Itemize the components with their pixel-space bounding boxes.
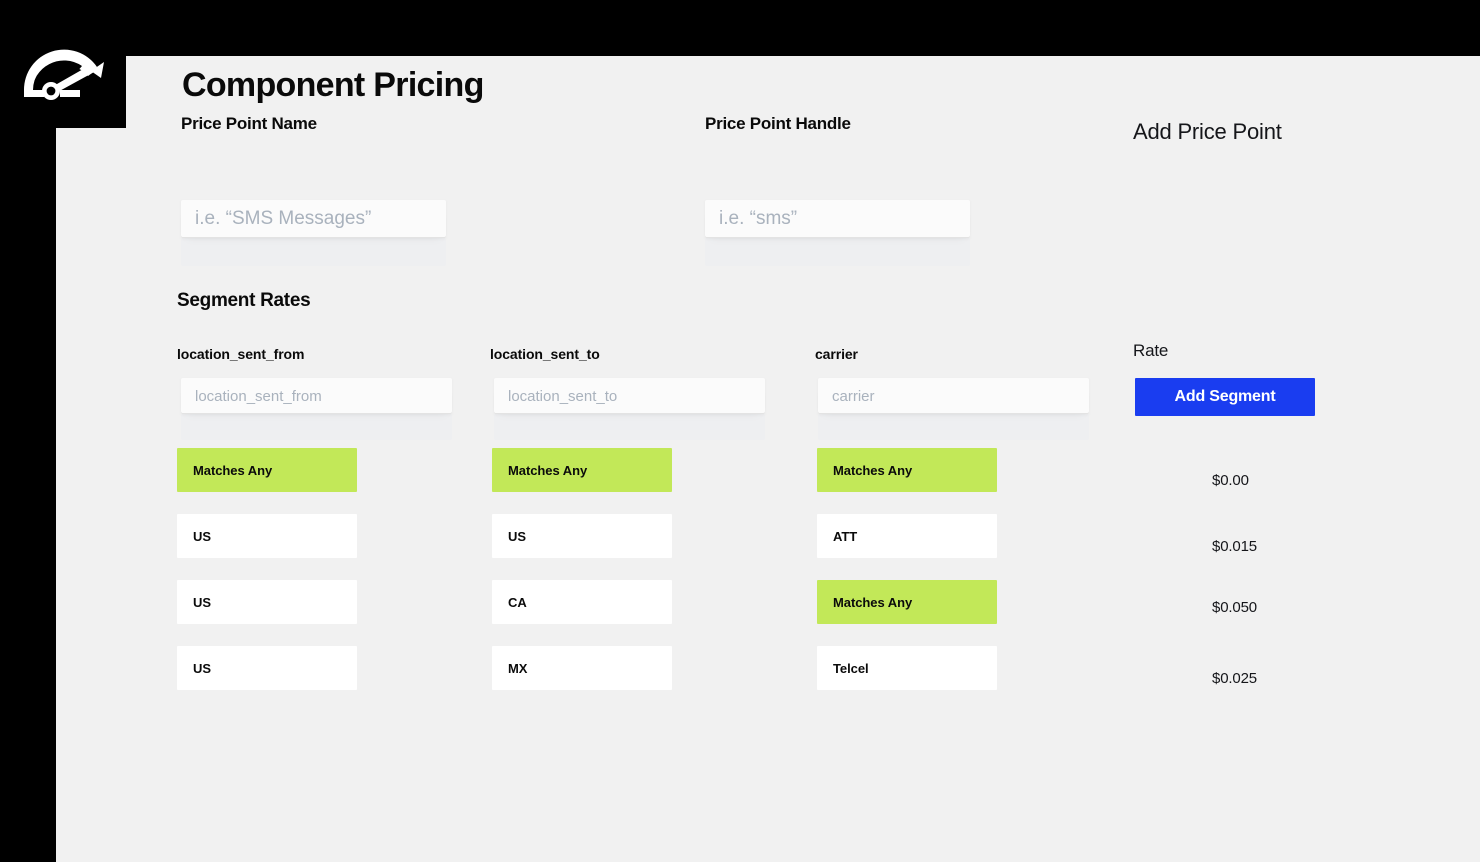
logo-block[interactable]: [0, 0, 126, 128]
segment-rates-section-title: Segment Rates: [177, 290, 311, 311]
segment-rate-value: $0.025: [1212, 669, 1257, 687]
segment-rates-grid: Matches Any Matches Any Matches Any $0.00 US…: [177, 448, 1427, 712]
segment-cell[interactable]: Matches Any: [817, 448, 997, 492]
price-point-handle-label: Price Point Handle: [705, 114, 851, 133]
column-label-rate: Rate: [1133, 341, 1169, 360]
price-point-name-input[interactable]: [181, 200, 446, 238]
segment-cell[interactable]: ATT: [817, 514, 997, 558]
location-sent-from-input[interactable]: [181, 378, 452, 414]
column-label-location-sent-from: location_sent_from: [177, 346, 305, 362]
column-label-location-sent-to: location_sent_to: [490, 346, 600, 362]
segment-rate-value: $0.00: [1212, 471, 1249, 489]
segment-cell[interactable]: Matches Any: [817, 580, 997, 624]
segment-row: US CA Matches Any $0.050: [177, 580, 1427, 646]
page-title: Component Pricing: [182, 66, 484, 104]
segment-cell[interactable]: CA: [492, 580, 672, 624]
left-sidebar-rail: [0, 0, 56, 862]
segment-cell[interactable]: US: [492, 514, 672, 558]
carrier-input[interactable]: [818, 378, 1089, 414]
segment-cell[interactable]: US: [177, 580, 357, 624]
segment-cell[interactable]: US: [177, 514, 357, 558]
segment-cell[interactable]: US: [177, 646, 357, 690]
segment-row: US US ATT $0.015: [177, 514, 1427, 580]
add-price-point-button[interactable]: Add Price Point: [1133, 119, 1282, 145]
segment-row: US MX Telcel $0.025: [177, 646, 1427, 712]
segment-rate-value: $0.050: [1212, 598, 1257, 616]
segment-cell[interactable]: Matches Any: [177, 448, 357, 492]
column-label-carrier: carrier: [815, 346, 858, 362]
app-window: Component Pricing Add Price Point Price …: [0, 0, 1480, 862]
speedometer-gauge-icon: [23, 49, 104, 100]
price-point-name-label: Price Point Name: [181, 114, 317, 133]
segment-rate-value: $0.015: [1212, 537, 1257, 555]
top-navigation-bar: [0, 0, 1480, 56]
segment-cell[interactable]: Telcel: [817, 646, 997, 690]
segment-cell[interactable]: MX: [492, 646, 672, 690]
add-segment-button[interactable]: Add Segment: [1135, 378, 1315, 416]
location-sent-to-input[interactable]: [494, 378, 765, 414]
segment-row: Matches Any Matches Any Matches Any $0.00: [177, 448, 1427, 514]
segment-cell[interactable]: Matches Any: [492, 448, 672, 492]
price-point-handle-input[interactable]: [705, 200, 970, 238]
